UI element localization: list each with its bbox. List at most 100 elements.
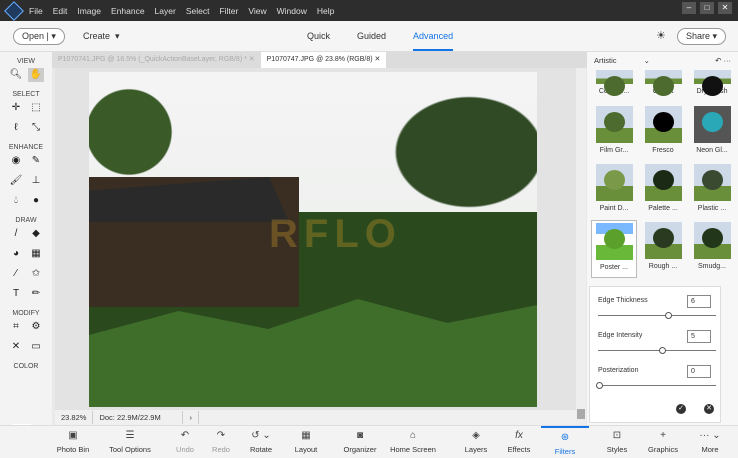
layout-button[interactable]: ▦ Layout: [278, 426, 334, 454]
more-options-icon[interactable]: ···: [724, 56, 732, 65]
slider-track[interactable]: [598, 350, 716, 351]
filter-thumb[interactable]: Paint D...: [591, 162, 637, 220]
filter-category-dropdown[interactable]: Artistic ⌄: [594, 56, 650, 65]
mode-advanced[interactable]: Advanced: [413, 31, 454, 51]
filter-thumb[interactable]: Colored...: [591, 68, 637, 104]
paint-bucket-tool-icon[interactable]: ◕: [8, 247, 24, 261]
marquee-tool-icon[interactable]: ⬚: [28, 101, 44, 115]
red-eye-tool-icon[interactable]: ◉: [8, 154, 24, 168]
menu-help[interactable]: Help: [317, 6, 334, 16]
apply-check-icon[interactable]: ✓: [676, 404, 686, 414]
label: Home Screen: [390, 445, 436, 454]
clone-stamp-tool-icon[interactable]: ⊥: [28, 174, 44, 188]
menu-enhance[interactable]: Enhance: [111, 6, 145, 16]
lasso-tool-icon[interactable]: ℓ: [8, 121, 24, 135]
effects-button[interactable]: fx Effects: [491, 426, 547, 454]
menu-image[interactable]: Image: [77, 6, 101, 16]
menu-window[interactable]: Window: [277, 6, 307, 16]
type-tool-icon[interactable]: T: [8, 287, 24, 301]
edge-thickness-option: Edge Thickness 6: [590, 287, 720, 322]
crop-tool-icon[interactable]: ⌗: [8, 320, 24, 334]
filter-thumb[interactable]: Film Gr...: [591, 104, 637, 162]
hand-tool-icon[interactable]: ✋: [28, 68, 44, 82]
filter-thumb[interactable]: Plastic ...: [689, 162, 735, 220]
posterization-option: Posterization 0: [590, 357, 720, 392]
filters-button[interactable]: ⊛ Filters: [541, 426, 589, 456]
zoom-level[interactable]: 23.82%: [55, 411, 94, 424]
minimize-button[interactable]: –: [682, 2, 696, 14]
slider-knob[interactable]: [596, 382, 603, 389]
thumbnail: [644, 222, 682, 259]
gradient-tool-icon[interactable]: ▦: [28, 247, 44, 261]
edge-thickness-input[interactable]: 6: [687, 295, 711, 308]
slider-knob[interactable]: [659, 347, 666, 354]
status-expand-icon[interactable]: ›: [183, 411, 199, 424]
scroll-thumb[interactable]: [577, 409, 585, 419]
organizer-button[interactable]: ◙ Organizer: [332, 426, 388, 454]
close-button[interactable]: ✕: [718, 2, 732, 14]
filter-thumb[interactable]: Fresco: [640, 104, 686, 162]
menu-select[interactable]: Select: [186, 6, 210, 16]
home-icon: ⌂: [409, 430, 417, 441]
edge-intensity-input[interactable]: 5: [687, 330, 711, 343]
thumbnail: [595, 70, 633, 96]
canvas-area[interactable]: RFLO: [55, 68, 576, 410]
doc-size: Doc: 22.9M/22.9M: [93, 411, 184, 424]
quick-selection-tool-icon[interactable]: ⤡: [28, 121, 44, 135]
filter-thumb[interactable]: Dry Brush: [689, 68, 735, 104]
tool-options-button[interactable]: ☰ Tool Options: [102, 426, 158, 454]
slider-track[interactable]: [598, 385, 716, 386]
label: Effects: [507, 445, 531, 454]
maximize-button[interactable]: □: [700, 2, 714, 14]
filter-thumb[interactable]: Cutout: [640, 68, 686, 104]
tab-document-1[interactable]: P1070741.JPG @ 16.5% (_QuickActionBaseLa…: [52, 52, 261, 68]
document-image[interactable]: RFLO: [89, 72, 537, 407]
filter-label: Poster ...: [599, 264, 628, 271]
eraser-tool-icon[interactable]: ◆: [28, 227, 44, 241]
eyedropper-tool-icon[interactable]: ⁄: [8, 267, 24, 281]
recompose-tool-icon[interactable]: ⚙: [28, 320, 44, 334]
menu-view[interactable]: View: [248, 6, 266, 16]
open-button[interactable]: Open | ▾: [13, 28, 65, 45]
smart-brush-tool-icon[interactable]: 🖌︎: [8, 174, 24, 188]
thumbnail: [595, 164, 633, 201]
zoom-tool-icon[interactable]: 🔍︎: [8, 68, 24, 82]
posterization-input[interactable]: 0: [687, 365, 711, 378]
create-button[interactable]: Create ▾: [83, 31, 120, 42]
filter-thumb[interactable]: Smudg...: [689, 220, 735, 278]
menu-edit[interactable]: Edit: [53, 6, 68, 16]
mode-guided[interactable]: Guided: [357, 31, 386, 51]
content-aware-move-icon[interactable]: ✕: [8, 340, 24, 354]
app-logo-icon: [4, 0, 24, 21]
slider-track[interactable]: [598, 315, 716, 316]
share-button[interactable]: Share ▾: [677, 28, 727, 45]
sponge-tool-icon[interactable]: ●: [28, 194, 44, 208]
section-select: SELECT: [12, 91, 40, 98]
straighten-tool-icon[interactable]: ▭: [28, 340, 44, 354]
thumbnail: [595, 106, 633, 143]
theme-sun-icon[interactable]: ☀: [656, 29, 666, 42]
move-tool-icon[interactable]: ✛: [8, 101, 24, 115]
pencil-tool-icon[interactable]: ✏: [28, 287, 44, 301]
filter-thumb[interactable]: Neon Gl...: [689, 104, 735, 162]
reset-icon[interactable]: ↶: [715, 56, 721, 65]
filter-thumb[interactable]: Palette ...: [640, 162, 686, 220]
menu-filter[interactable]: Filter: [219, 6, 238, 16]
blur-tool-icon[interactable]: 💧︎: [8, 194, 24, 208]
cancel-x-icon[interactable]: ✕: [704, 404, 714, 414]
mode-quick[interactable]: Quick: [307, 31, 330, 51]
more-button[interactable]: ··· ⌄ More: [682, 426, 738, 454]
photo-bin-button[interactable]: ▣ Photo Bin: [45, 426, 101, 454]
slider-knob[interactable]: [665, 312, 672, 319]
tab-document-2[interactable]: P1070747.JPG @ 23.8% (RGB/8) ✕: [260, 52, 387, 68]
spot-healing-tool-icon[interactable]: ✎: [28, 154, 44, 168]
menu-file[interactable]: File: [29, 6, 43, 16]
organizer-icon: ◙: [356, 430, 364, 441]
vertical-scrollbar[interactable]: [576, 68, 586, 425]
brush-tool-icon[interactable]: /: [8, 227, 24, 241]
filter-thumb[interactable]: Rough ...: [640, 220, 686, 278]
filter-thumb-selected[interactable]: Poster ...: [591, 220, 637, 278]
custom-shape-tool-icon[interactable]: ✩: [28, 267, 44, 281]
home-screen-button[interactable]: ⌂ Home Screen: [382, 426, 444, 454]
menu-layer[interactable]: Layer: [155, 6, 176, 16]
